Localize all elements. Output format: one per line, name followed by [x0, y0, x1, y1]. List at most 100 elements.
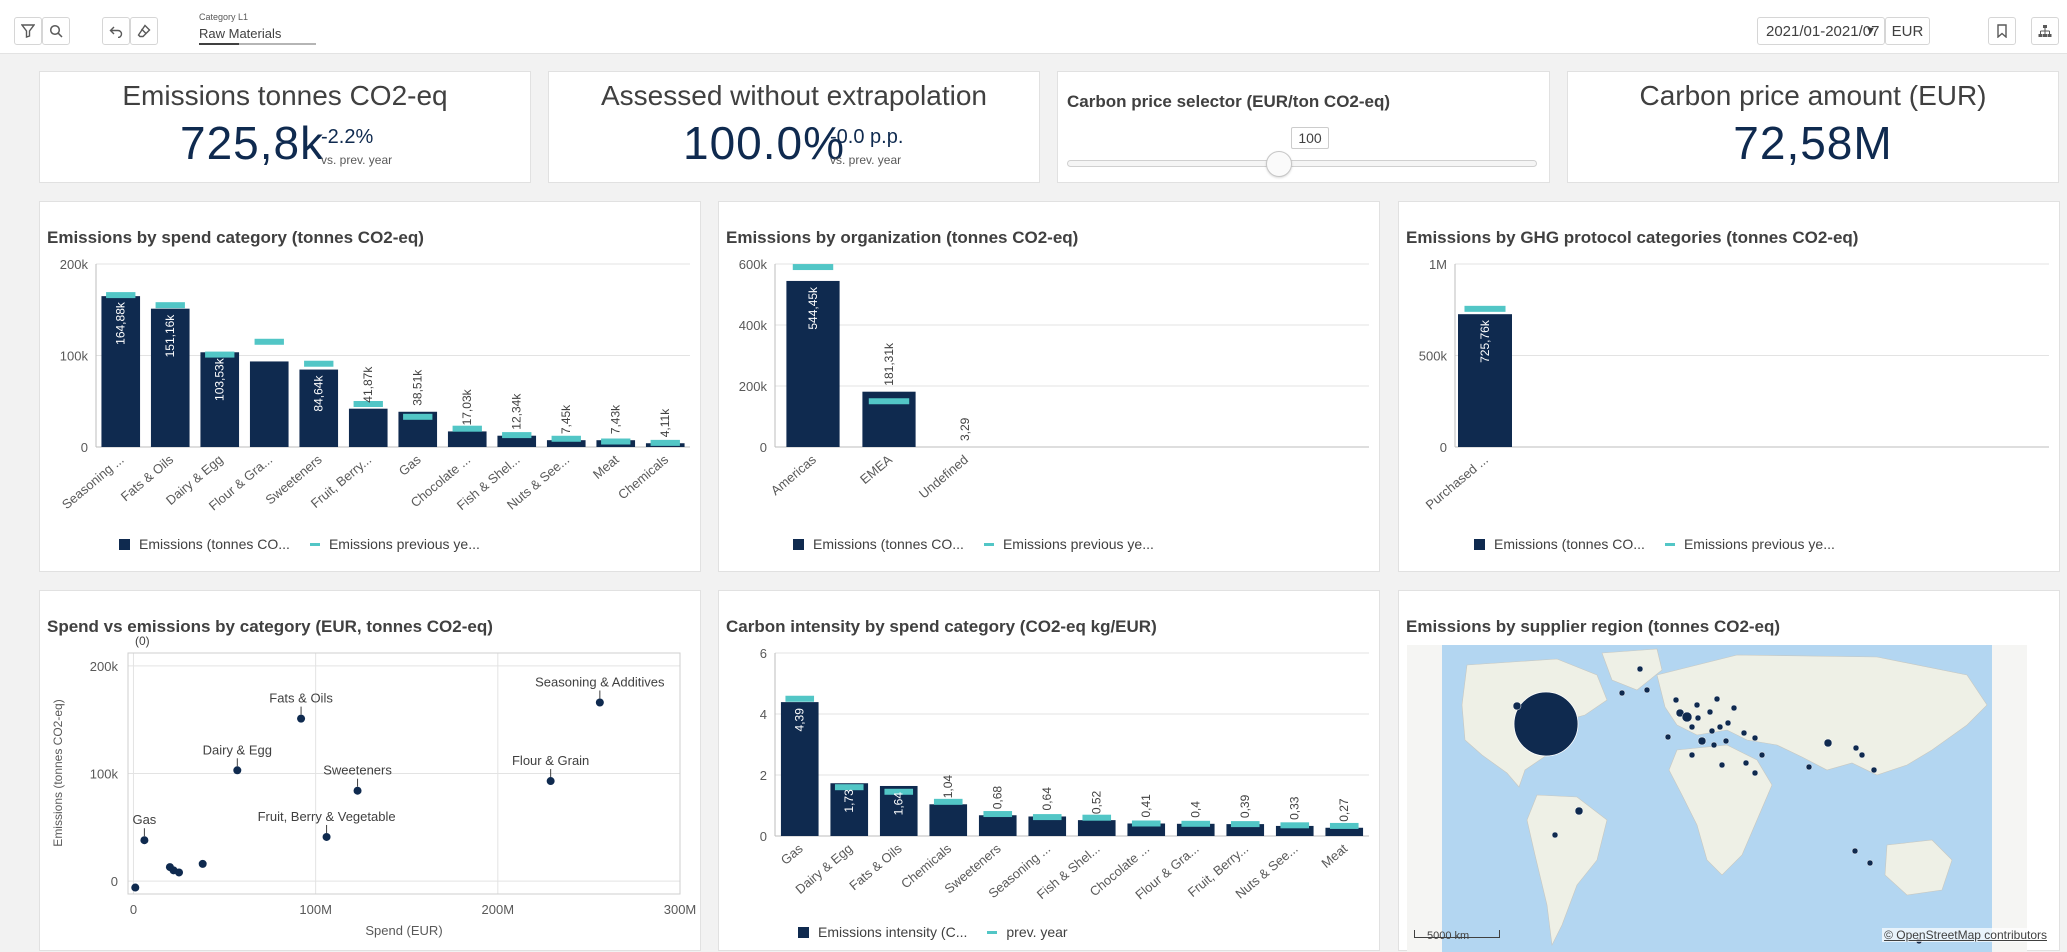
carbon-intensity-bar-chart[interactable]: 02464,39Gas1,73Dairy & Egg1,64Fats & Oil…: [719, 631, 1381, 921]
panel-spend-vs-emissions[interactable]: Spend vs emissions by category (EUR, ton…: [39, 590, 701, 951]
bar-group: 7,43kMeat: [590, 404, 635, 482]
region-marker[interactable]: [1723, 738, 1729, 744]
region-marker[interactable]: [1824, 739, 1832, 747]
region-marker[interactable]: [1665, 734, 1671, 740]
y-tick-label: 4: [760, 707, 767, 722]
x-tick-label: Gas: [396, 451, 424, 478]
prev-year-marker: [106, 292, 135, 298]
bar-group: 164,88kSeasoning ...: [59, 292, 140, 512]
region-marker[interactable]: [1731, 705, 1737, 711]
region-marker[interactable]: [1853, 745, 1859, 751]
currency-button[interactable]: EUR: [1885, 17, 1930, 45]
region-marker[interactable]: [1741, 730, 1747, 736]
region-marker[interactable]: [1514, 692, 1578, 756]
organization-bar-chart[interactable]: 0200k400k600k544,45kAmericas181,31kEMEA3…: [719, 242, 1381, 542]
prev-year-marker: [255, 339, 284, 345]
legend-swatch: [310, 543, 320, 546]
region-marker[interactable]: [1637, 666, 1643, 672]
region-marker[interactable]: [1859, 752, 1865, 758]
current-selection[interactable]: Category L1 Raw Materials: [199, 10, 316, 45]
region-marker[interactable]: [1719, 762, 1725, 768]
region-marker[interactable]: [1689, 724, 1695, 730]
region-marker[interactable]: [1709, 728, 1715, 734]
region-marker[interactable]: [1871, 767, 1877, 773]
region-marker[interactable]: [1513, 702, 1521, 710]
filter-icon: [21, 24, 35, 38]
kpi-carbon-amount[interactable]: Carbon price amount (EUR) 72,58M: [1567, 71, 2059, 183]
panel-organization[interactable]: Emissions by organization (tonnes CO2-eq…: [718, 201, 1380, 572]
region-marker[interactable]: [1644, 687, 1650, 693]
chart-legend[interactable]: Emissions intensity (C... prev. year: [798, 924, 1068, 940]
x-tick-label: 100M: [299, 902, 332, 917]
region-marker[interactable]: [1717, 724, 1723, 730]
panel-supplier-region[interactable]: Emissions by supplier region (tonnes CO2…: [1398, 590, 2060, 951]
selections-tool-button[interactable]: [14, 17, 42, 45]
world-map[interactable]: [1407, 645, 2027, 952]
y-tick-label: 0: [111, 874, 118, 889]
back-button[interactable]: [102, 17, 130, 45]
legend-item: Emissions intensity (C...: [818, 924, 967, 940]
region-marker[interactable]: [1752, 735, 1758, 741]
slider-value-box[interactable]: 100: [1291, 127, 1329, 149]
region-marker[interactable]: [1852, 848, 1858, 854]
region-marker[interactable]: [1689, 752, 1695, 758]
region-marker[interactable]: [1752, 770, 1758, 776]
bookmark-button[interactable]: [1988, 17, 2016, 45]
region-marker[interactable]: [1694, 702, 1700, 708]
prev-year-marker: [1330, 823, 1359, 829]
bar: [979, 815, 1017, 836]
chart-legend[interactable]: Emissions (tonnes CO... Emissions previo…: [1474, 536, 1835, 552]
prev-year-marker: [1280, 822, 1309, 828]
prev-year-marker: [1464, 306, 1505, 312]
bar: [929, 804, 967, 836]
spend-category-bar-chart[interactable]: 0100k200k164,88kSeasoning ...151,16kFats…: [40, 242, 702, 542]
map-edge: [1992, 645, 2027, 952]
data-label: 38,51k: [411, 369, 425, 406]
date-range-dropdown[interactable]: 2021/01-2021/07 ▼: [1757, 17, 1885, 45]
region-marker[interactable]: [1707, 709, 1713, 715]
region-marker[interactable]: [1725, 720, 1731, 726]
sheet-navigation-button[interactable]: [2031, 17, 2059, 45]
point-label: Seasoning & Additives: [535, 674, 665, 689]
slider-track[interactable]: [1067, 160, 1537, 167]
panel-ghg[interactable]: Emissions by GHG protocol categories (to…: [1398, 201, 2060, 572]
region-marker[interactable]: [1673, 697, 1679, 703]
data-label: 1,04: [941, 775, 955, 799]
region-marker[interactable]: [1619, 690, 1625, 696]
kpi-assessed[interactable]: Assessed without extrapolation 100.0% -0…: [548, 71, 1040, 183]
x-tick-label: Seasoning ...: [59, 452, 127, 512]
region-marker[interactable]: [1698, 737, 1706, 745]
legend-item: Emissions previous ye...: [1003, 536, 1154, 552]
spend-vs-emissions-scatter[interactable]: 0100M200M300M0100k200k(0)Spend (EUR)Emis…: [40, 631, 702, 951]
region-marker[interactable]: [1695, 715, 1701, 721]
data-label: 4,39: [793, 708, 807, 732]
kpi-emissions[interactable]: Emissions tonnes CO2-eq 725,8k -2.2% vs.…: [39, 71, 531, 183]
region-marker[interactable]: [1759, 752, 1765, 758]
clear-selections-button[interactable]: [130, 17, 158, 45]
chart-legend[interactable]: Emissions (tonnes CO... Emissions previo…: [793, 536, 1154, 552]
region-marker[interactable]: [1682, 712, 1692, 722]
region-marker[interactable]: [1552, 832, 1558, 838]
panel-spend-category[interactable]: Emissions by spend category (tonnes CO2-…: [39, 201, 701, 572]
bar: [1078, 820, 1116, 836]
chart-legend[interactable]: Emissions (tonnes CO... Emissions previo…: [119, 536, 480, 552]
ghg-bar-chart[interactable]: 0500k1M725,76kPurchased ...: [1399, 242, 2061, 542]
carbon-price-selector: Carbon price selector (EUR/ton CO2-eq) 1…: [1057, 71, 1550, 183]
slider-handle[interactable]: [1266, 151, 1292, 177]
y-tick-label: 6: [760, 646, 767, 661]
region-marker[interactable]: [1714, 696, 1720, 702]
region-marker[interactable]: [1711, 742, 1717, 748]
region-marker[interactable]: [1575, 807, 1583, 815]
legend-swatch: [798, 927, 809, 938]
selection-indicator: [199, 43, 239, 45]
map-attribution[interactable]: © OpenStreetMap contributors: [1882, 928, 2049, 942]
point-marker: [297, 715, 305, 723]
map-area[interactable]: [1407, 645, 2027, 952]
region-marker[interactable]: [1867, 860, 1873, 866]
region-marker[interactable]: [1743, 760, 1749, 766]
region-marker[interactable]: [1806, 764, 1812, 770]
scatter-point: Dairy & Egg: [203, 742, 272, 774]
search-button[interactable]: [42, 17, 70, 45]
south-america-land: [1527, 795, 1607, 945]
panel-carbon-intensity[interactable]: Carbon intensity by spend category (CO2-…: [718, 590, 1380, 951]
